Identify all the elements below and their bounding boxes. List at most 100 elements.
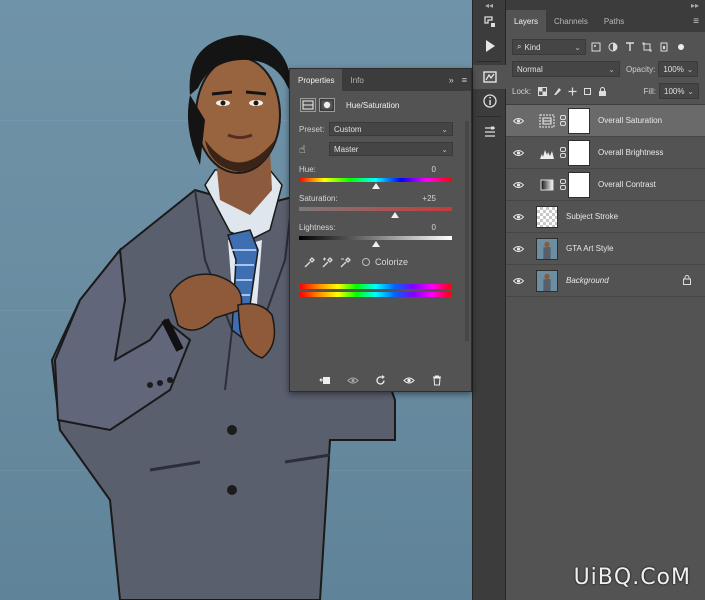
blend-mode-select[interactable]: Normal ⌄ xyxy=(512,61,620,77)
panel-menu-icon[interactable]: ≡ xyxy=(462,75,467,85)
layer-name: Subject Stroke xyxy=(566,212,619,221)
mask-icon[interactable] xyxy=(319,98,335,112)
smart-object-filter-icon[interactable] xyxy=(657,40,671,54)
lock-transparent-icon[interactable] xyxy=(537,86,547,96)
layer-row-overall-brightness[interactable]: Overall Brightness xyxy=(506,137,705,169)
clip-to-layer-icon[interactable] xyxy=(317,373,333,387)
lock-all-icon[interactable] xyxy=(597,86,607,96)
tab-channels[interactable]: Channels xyxy=(546,10,596,32)
hue-saturation-icon[interactable] xyxy=(300,98,316,112)
pixel-filter-icon[interactable] xyxy=(589,40,603,54)
panel-icon-strip: ◂◂ xyxy=(472,0,507,600)
adjustment-filter-icon[interactable] xyxy=(606,40,620,54)
color-range-bars xyxy=(290,284,471,297)
lock-icon[interactable] xyxy=(683,275,691,287)
preset-select[interactable]: Custom ⌄ xyxy=(329,122,453,136)
lock-label: Lock: xyxy=(512,86,532,96)
colorize-checkbox[interactable]: Colorize xyxy=(362,257,408,267)
channel-select[interactable]: Master ⌄ xyxy=(329,142,453,156)
opacity-label: Opacity: xyxy=(626,64,656,74)
lightness-slider-thumb[interactable] xyxy=(371,241,380,247)
gradient-map-icon xyxy=(536,174,558,196)
layers-panel: ▸▸ Layers Channels Paths ≡ ⌕ Kind ⌄ Norm… xyxy=(506,0,705,600)
blend-row: Normal ⌄ Opacity: 100% ⌄ xyxy=(506,58,705,80)
properties-panel-icon[interactable] xyxy=(473,120,507,144)
watermark: UiBQ.CoM xyxy=(573,565,691,590)
saturation-value[interactable]: +25 xyxy=(422,194,436,205)
preset-value: Custom xyxy=(334,124,362,134)
link-icon[interactable] xyxy=(558,147,568,158)
lock-move-icon[interactable] xyxy=(567,86,577,96)
layer-mask-thumbnail[interactable] xyxy=(568,171,590,198)
layer-row-background[interactable]: Background xyxy=(506,265,705,297)
tab-properties[interactable]: Properties xyxy=(290,69,343,91)
tab-layers[interactable]: Layers xyxy=(506,10,547,32)
input-spectrum-bar xyxy=(300,284,451,289)
adjustments-icon[interactable] xyxy=(473,65,507,89)
layer-mask-thumbnail[interactable] xyxy=(568,139,590,166)
layer-row-gta-art-style[interactable]: GTA Art Style xyxy=(506,233,705,265)
lightness-value[interactable]: 0 xyxy=(432,223,436,234)
eye-visibility-icon[interactable] xyxy=(506,277,530,285)
link-icon[interactable] xyxy=(558,179,568,190)
hue-value[interactable]: 0 xyxy=(432,165,436,176)
layer-filter-select[interactable]: ⌕ Kind ⌄ xyxy=(512,39,586,55)
properties-scrollbar[interactable] xyxy=(465,121,469,341)
eyedropper-plus-icon[interactable] xyxy=(318,256,336,268)
chevron-down-icon: ⌄ xyxy=(441,144,448,154)
preset-row: Preset: Custom ⌄ xyxy=(290,119,471,139)
eye-visibility-icon[interactable] xyxy=(506,213,530,221)
hue-slider-thumb[interactable] xyxy=(371,183,380,189)
fill-field[interactable]: 100% ⌄ xyxy=(659,83,699,99)
chevron-down-icon: ⌄ xyxy=(686,64,694,74)
lightness-slider: Lightness: 0 xyxy=(290,223,471,247)
lock-artboard-icon[interactable] xyxy=(582,86,592,96)
filter-toggle-icon[interactable] xyxy=(674,40,688,54)
panel-collapse-bar[interactable]: ▸▸ xyxy=(506,0,705,10)
adjustment-title: Hue/Saturation xyxy=(346,100,400,110)
tab-info[interactable]: Info xyxy=(342,69,371,91)
eye-visibility-icon[interactable] xyxy=(506,181,530,189)
saturation-label: Saturation: xyxy=(299,194,338,203)
shape-filter-icon[interactable] xyxy=(640,40,654,54)
link-icon[interactable] xyxy=(558,115,568,126)
hue-track[interactable] xyxy=(299,178,452,189)
properties-footer xyxy=(290,369,471,391)
eye-visibility-icon[interactable] xyxy=(506,245,530,253)
lightness-track[interactable] xyxy=(299,236,452,247)
layer-list: Overall Saturation Overall Brightness Ov… xyxy=(506,105,705,297)
lock-row: Lock: Fill: 100% ⌄ xyxy=(506,80,705,102)
eye-visibility-icon[interactable] xyxy=(506,149,530,157)
chevron-down-icon: ⌄ xyxy=(608,64,615,74)
info-icon[interactable] xyxy=(473,89,507,113)
panel-menu-icon[interactable]: ≡ xyxy=(693,16,699,27)
type-filter-icon[interactable] xyxy=(623,40,637,54)
eyedropper-icon[interactable] xyxy=(300,256,318,268)
reset-icon[interactable] xyxy=(373,373,389,387)
layer-row-subject-stroke[interactable]: Subject Stroke xyxy=(506,201,705,233)
targeted-adjustment-hand-icon[interactable]: ☝ xyxy=(299,143,329,156)
eye-visibility-icon[interactable] xyxy=(506,117,530,125)
history-brush-icon[interactable] xyxy=(473,10,507,34)
layer-row-overall-saturation[interactable]: Overall Saturation xyxy=(506,105,705,137)
trash-icon[interactable] xyxy=(429,373,445,387)
levels-icon xyxy=(536,142,558,164)
lock-paint-icon[interactable] xyxy=(552,86,562,96)
view-previous-state-icon[interactable] xyxy=(345,373,361,387)
eyedropper-minus-icon[interactable] xyxy=(336,256,354,268)
play-actions-icon[interactable] xyxy=(473,34,507,58)
saturation-track[interactable] xyxy=(299,207,452,218)
layer-thumbnail xyxy=(536,237,558,260)
tab-paths[interactable]: Paths xyxy=(596,10,632,32)
opacity-field[interactable]: 100% ⌄ xyxy=(658,61,699,77)
collapse-arrows-icon[interactable]: ◂◂ xyxy=(473,0,505,10)
layer-mask-thumbnail[interactable] xyxy=(568,107,590,134)
layer-name: Background xyxy=(566,276,609,285)
layer-thumbnail xyxy=(536,269,558,292)
layer-row-overall-contrast[interactable]: Overall Contrast xyxy=(506,169,705,201)
eye-visibility-icon[interactable] xyxy=(401,373,417,387)
expand-panel-icon[interactable]: » xyxy=(449,75,454,85)
saturation-slider-thumb[interactable] xyxy=(390,212,399,218)
lightness-label: Lightness: xyxy=(299,223,336,232)
channel-row: ☝ Master ⌄ xyxy=(290,139,471,159)
